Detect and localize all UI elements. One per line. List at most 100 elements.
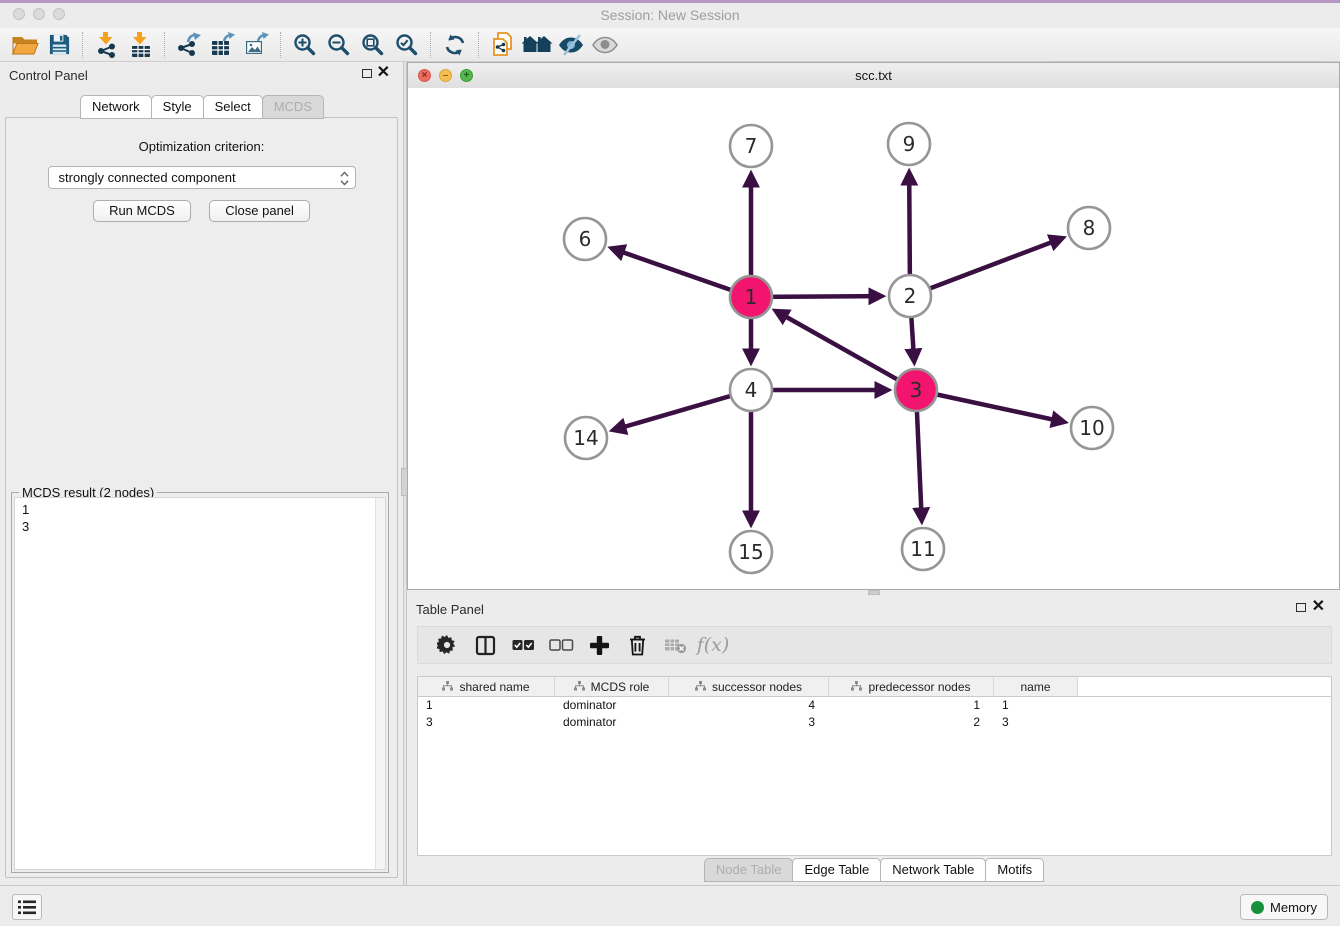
table-cell[interactable]: 3 bbox=[994, 714, 1078, 731]
refresh-layout-icon[interactable] bbox=[438, 30, 472, 60]
optimization-criterion-label: Optimization criterion: bbox=[6, 139, 397, 154]
main-toolbar bbox=[0, 28, 1340, 62]
graph-node-label: 4 bbox=[745, 378, 758, 402]
delete-table-icon bbox=[660, 630, 690, 660]
graph-edge-3-10[interactable] bbox=[916, 390, 1064, 422]
table-cell[interactable]: 1 bbox=[418, 697, 555, 714]
toolbar-separator bbox=[82, 32, 84, 58]
graph-node-label: 7 bbox=[745, 134, 758, 158]
zoom-in-icon[interactable] bbox=[288, 30, 322, 60]
graph-node-label: 3 bbox=[910, 378, 923, 402]
tab-network-table[interactable]: Network Table bbox=[880, 858, 986, 882]
deselect-all-icon[interactable] bbox=[546, 630, 576, 660]
table-cell[interactable]: dominator bbox=[555, 714, 669, 731]
control-panel: Control Panel ✕ NetworkStyleSelectMCDS O… bbox=[0, 62, 403, 886]
tab-node-table[interactable]: Node Table bbox=[704, 858, 794, 882]
zoom-fit-icon[interactable] bbox=[356, 30, 390, 60]
toolbar-icon-group bbox=[8, 30, 622, 60]
column-header-predecessor-nodes[interactable]: predecessor nodes bbox=[829, 677, 994, 696]
home-icon[interactable] bbox=[520, 30, 554, 60]
mcds-result-node: 1 bbox=[15, 501, 385, 518]
mcds-result-node: 3 bbox=[15, 518, 385, 535]
add-icon[interactable] bbox=[584, 630, 614, 660]
float-panel-icon[interactable] bbox=[1296, 603, 1306, 612]
table-cell[interactable]: 2 bbox=[829, 714, 994, 731]
delete-icon[interactable] bbox=[622, 630, 652, 660]
zoom-selected-icon[interactable] bbox=[390, 30, 424, 60]
mcds-result-list[interactable]: 13 bbox=[14, 497, 386, 870]
close-panel-button[interactable]: Close panel bbox=[209, 200, 310, 222]
table-settings-icon[interactable] bbox=[432, 630, 462, 660]
table-cell[interactable]: 1 bbox=[829, 697, 994, 714]
graph-edge-3-1[interactable] bbox=[776, 311, 916, 390]
function-builder-icon: f(x) bbox=[698, 630, 728, 660]
network-canvas[interactable]: 1234678910111415 bbox=[408, 88, 1339, 589]
export-image-icon[interactable] bbox=[240, 30, 274, 60]
tab-mcds[interactable]: MCDS bbox=[262, 95, 324, 119]
sort-hierarchy-icon bbox=[695, 680, 706, 694]
tab-edge-table[interactable]: Edge Table bbox=[792, 858, 881, 882]
splitter-grip[interactable] bbox=[868, 590, 880, 595]
table-cell[interactable]: dominator bbox=[555, 697, 669, 714]
app-title: Session: New Session bbox=[0, 7, 1340, 23]
column-header-successor-nodes[interactable]: successor nodes bbox=[669, 677, 829, 696]
table-row[interactable]: 1dominator411 bbox=[418, 697, 1331, 714]
zoom-out-icon[interactable] bbox=[322, 30, 356, 60]
table-cell[interactable]: 3 bbox=[418, 714, 555, 731]
column-header-label: successor nodes bbox=[712, 680, 802, 694]
tab-select[interactable]: Select bbox=[203, 95, 263, 119]
table-row[interactable]: 3dominator323 bbox=[418, 714, 1331, 731]
export-table-icon[interactable] bbox=[206, 30, 240, 60]
memory-label: Memory bbox=[1270, 900, 1317, 915]
graph-node-label: 11 bbox=[910, 537, 935, 561]
export-network-icon[interactable] bbox=[172, 30, 206, 60]
table-panel: Table Panel ✕ f(x) shared nameMCDS roles… bbox=[407, 596, 1340, 886]
toolbar-separator bbox=[280, 32, 282, 58]
memory-button[interactable]: Memory bbox=[1240, 894, 1328, 920]
tab-network[interactable]: Network bbox=[80, 95, 152, 119]
save-session-icon[interactable] bbox=[42, 30, 76, 60]
window-top-accent bbox=[0, 0, 1340, 3]
column-header-label: name bbox=[1020, 680, 1050, 694]
sort-hierarchy-icon bbox=[574, 680, 585, 694]
show-all-icon[interactable] bbox=[588, 30, 622, 60]
network-graph[interactable]: 1234678910111415 bbox=[408, 88, 1339, 589]
column-header-label: shared name bbox=[459, 680, 529, 694]
tab-style[interactable]: Style bbox=[151, 95, 204, 119]
application-window: Session: New Session Control Panel ✕ Net… bbox=[0, 0, 1340, 926]
table-header-row: shared name MCDS role successor nodes prede… bbox=[418, 677, 1331, 697]
open-file-icon[interactable] bbox=[8, 30, 42, 60]
clone-network-icon[interactable] bbox=[486, 30, 520, 60]
toolbar-separator bbox=[164, 32, 166, 58]
criterion-select[interactable]: strongly connected component bbox=[48, 166, 356, 189]
table-cell[interactable]: 3 bbox=[669, 714, 829, 731]
hide-selected-icon[interactable] bbox=[554, 30, 588, 60]
graph-node-label: 14 bbox=[573, 426, 598, 450]
float-panel-icon[interactable] bbox=[362, 69, 372, 78]
task-history-button[interactable] bbox=[12, 894, 42, 920]
table-cell[interactable]: 1 bbox=[994, 697, 1078, 714]
import-table-icon[interactable] bbox=[124, 30, 158, 60]
close-panel-icon[interactable]: ✕ bbox=[1312, 598, 1325, 616]
graph-node-label: 10 bbox=[1079, 416, 1104, 440]
table-toolbar: f(x) bbox=[417, 626, 1332, 664]
graph-node-label: 2 bbox=[904, 284, 917, 308]
tab-motifs[interactable]: Motifs bbox=[985, 858, 1044, 882]
column-header-MCDS-role[interactable]: MCDS role bbox=[555, 677, 669, 696]
select-all-icon[interactable] bbox=[508, 630, 538, 660]
table-cell[interactable]: 4 bbox=[669, 697, 829, 714]
network-view-window: × – + scc.txt 1234678910111415 bbox=[407, 62, 1340, 590]
column-header-name[interactable]: name bbox=[994, 677, 1078, 696]
import-network-icon[interactable] bbox=[90, 30, 124, 60]
column-header-shared-name[interactable]: shared name bbox=[418, 677, 555, 696]
select-stepper-icon bbox=[340, 171, 349, 191]
network-window-titlebar[interactable]: × – + scc.txt bbox=[408, 63, 1339, 89]
graph-node-label: 9 bbox=[903, 132, 916, 156]
toggle-columns-icon[interactable] bbox=[470, 630, 500, 660]
node-table: shared name MCDS role successor nodes prede… bbox=[417, 676, 1332, 856]
result-scrollbar[interactable] bbox=[375, 498, 385, 869]
close-panel-icon[interactable]: ✕ bbox=[377, 64, 390, 82]
run-mcds-button[interactable]: Run MCDS bbox=[93, 200, 191, 222]
memory-status-icon bbox=[1251, 901, 1264, 914]
graph-edge-2-8[interactable] bbox=[910, 238, 1062, 296]
